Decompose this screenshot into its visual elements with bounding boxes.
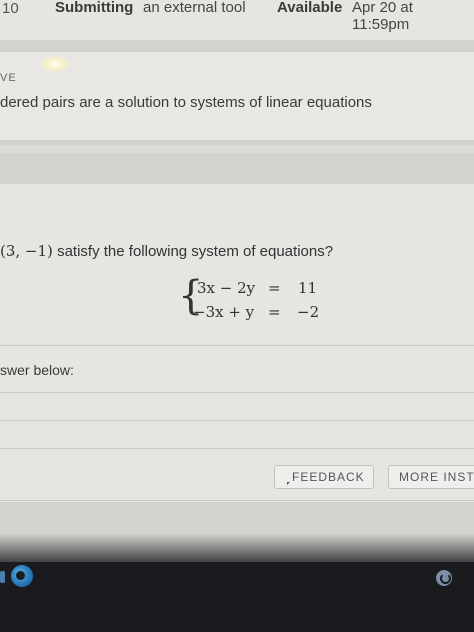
divider [0, 420, 474, 421]
equation-2-lhs: −3x + y [193, 303, 255, 321]
equation-2-equals: = [268, 303, 281, 321]
equation-1-lhs: 3x − 2y [197, 279, 256, 297]
available-date: Apr 20 at 11:59pm [352, 0, 413, 33]
question-prompt-text: satisfy the following system of equation… [52, 243, 334, 260]
question-point: (3, −1) [0, 242, 53, 260]
feedback-button-label: FEEDBACK [292, 470, 365, 484]
answer-label: swer below: [0, 362, 74, 378]
submitting-label: Submitting [55, 0, 134, 16]
divider [0, 448, 474, 449]
submission-type: an external tool [143, 0, 246, 16]
available-label: Available [277, 0, 343, 16]
feedback-button[interactable]: FEEDBACK [274, 465, 374, 489]
equation-1-equals: = [268, 279, 281, 297]
question-prompt: (3, −1) satisfy the following system of … [0, 242, 333, 260]
screen-glare [40, 56, 70, 72]
divider [0, 392, 474, 393]
taskbar [0, 562, 474, 632]
assignment-title: dered pairs are a solution to systems of… [0, 94, 372, 111]
more-instructions-button[interactable]: MORE INSTRU [388, 465, 474, 489]
divider [0, 500, 474, 501]
system-tray-icon[interactable] [436, 570, 452, 586]
item-number: 10 [2, 0, 19, 17]
more-instructions-label: MORE INSTRU [399, 470, 474, 484]
screen-bezel-fade [0, 534, 474, 564]
equation-1-rhs: 11 [298, 279, 318, 297]
edge-browser-icon[interactable] [11, 565, 33, 587]
divider-band [0, 145, 474, 153]
divider [0, 345, 474, 346]
assignment-small-label: VE [0, 72, 17, 84]
question-panel [0, 184, 474, 502]
bullet-dot-icon: • [10, 250, 14, 261]
taskbar-indicator [0, 571, 5, 583]
equation-2-rhs: −2 [297, 303, 320, 321]
